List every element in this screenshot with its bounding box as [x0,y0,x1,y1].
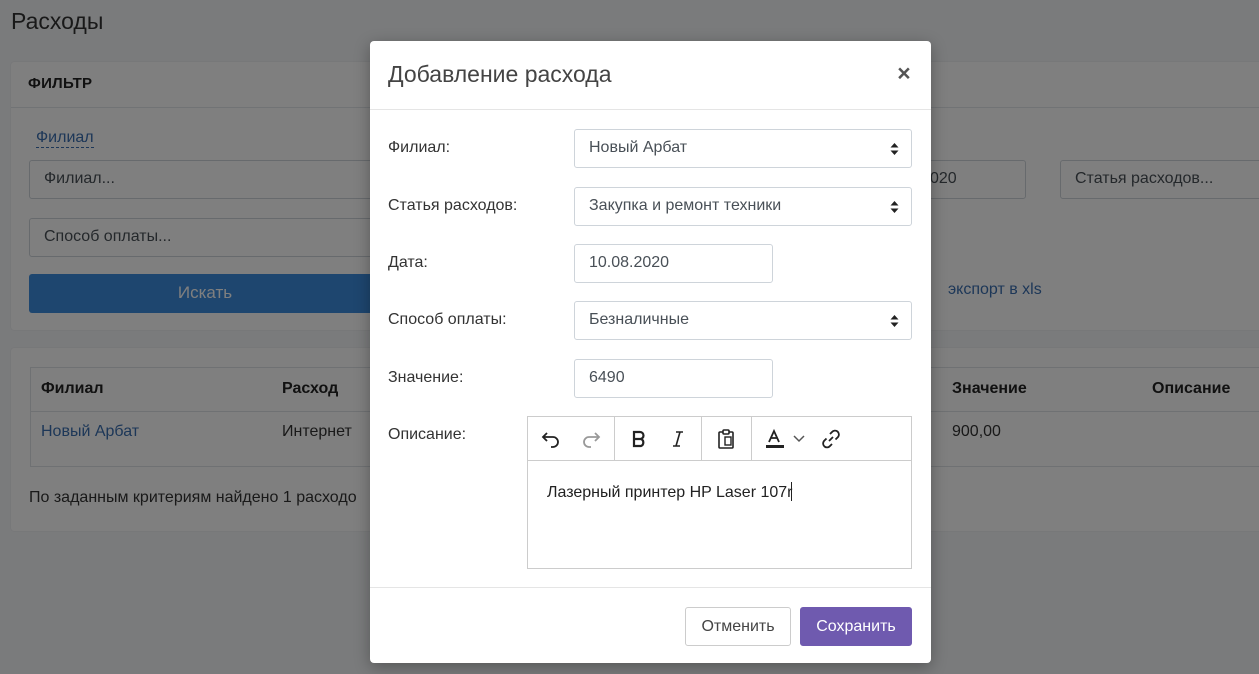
expense-item-select[interactable]: Закупка и ремонт техники [574,187,912,226]
chevron-down-icon [793,435,805,443]
payment-label: Способ оплаты: [388,311,507,328]
date-label: Дата: [388,254,428,271]
italic-icon[interactable] [664,425,692,453]
cancel-button[interactable]: Отменить [685,607,791,646]
select-arrows-icon [890,201,899,213]
description-editor-content[interactable]: Лазерный принтер HP Laser 107r [528,461,911,523]
paste-icon[interactable] [712,425,740,453]
modal-header: Добавление расхода × [370,41,931,110]
payment-select[interactable]: Безналичные [574,301,912,340]
toolbar-group-extra [752,417,912,460]
amount-input[interactable]: 6490 [574,359,773,398]
description-text: Лазерный принтер HP Laser 107r [547,484,793,501]
branch-select-value: Новый Арбат [589,139,688,156]
expense-item-select-value: Закупка и ремонт техники [589,197,782,214]
toolbar-group-history [528,417,615,460]
modal-title: Добавление расхода [388,61,612,87]
text-color-button[interactable] [760,425,810,453]
toolbar-group-format [615,417,702,460]
payment-select-value: Безналичные [589,311,689,328]
branch-label: Филиал: [388,139,451,156]
date-input[interactable]: 10.08.2020 [574,244,773,283]
branch-select[interactable]: Новый Арбат [574,129,912,168]
amount-label: Значение: [388,369,464,386]
select-arrows-icon [890,143,899,155]
text-caret [790,482,792,501]
redo-icon[interactable] [577,425,605,453]
bold-icon[interactable] [625,425,653,453]
toolbar-group-clipboard [702,417,752,460]
close-icon[interactable]: × [894,62,914,85]
undo-icon[interactable] [537,425,565,453]
modal-footer: Отменить Сохранить [370,587,931,663]
save-button[interactable]: Сохранить [800,607,912,646]
link-icon[interactable] [817,425,845,453]
description-label: Описание: [388,426,467,443]
description-editor: Лазерный принтер HP Laser 107r [527,416,912,569]
text-color-icon [766,428,784,448]
editor-toolbar [528,417,911,461]
expense-item-label: Статья расходов: [388,197,518,214]
add-expense-modal: Добавление расхода × Филиал: Новый Арбат… [370,41,931,663]
select-arrows-icon [890,315,899,327]
